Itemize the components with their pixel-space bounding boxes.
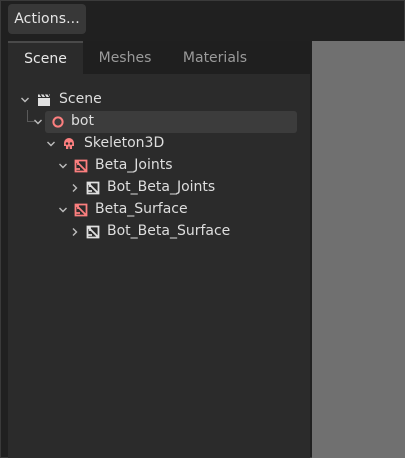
scene-tree: Scene bot Skeleton3D Beta_Joints Bot_Bet… [8,74,310,458]
mesh-instance-icon [74,203,88,217]
tree-item-label: Scene [59,91,102,107]
chevron-down-icon[interactable] [46,139,56,149]
mesh-icon [86,181,100,195]
tab-bar: Scene Meshes Materials [8,41,310,74]
mesh-icon [86,225,100,239]
actions-button[interactable]: Actions... [8,4,86,34]
tree-item-scene[interactable]: Scene [20,89,300,111]
chevron-down-icon[interactable] [58,205,68,215]
circle-outline-icon [52,116,64,128]
tab-meshes[interactable]: Meshes [86,41,164,74]
chevron-down-icon[interactable] [20,95,30,105]
tree-item-bot[interactable]: bot [34,111,297,133]
chevron-down-icon[interactable] [58,161,68,171]
tree-item-label: Skeleton3D [84,135,165,151]
tree-item-bot-beta-surface[interactable]: Bot_Beta_Surface [70,221,300,243]
chevron-down-icon[interactable] [33,117,43,127]
skull-icon [64,138,74,149]
tab-materials[interactable]: Materials [168,41,262,74]
tree-item-label: bot [71,113,94,129]
mesh-instance-icon [74,159,88,173]
tree-item-label: Bot_Beta_Joints [107,179,216,195]
clapperboard-icon [38,94,51,106]
chevron-right-icon[interactable] [70,183,80,193]
tree-item-label: Beta_Surface [95,201,188,217]
tree-item-beta-surface[interactable]: Beta_Surface [58,199,298,221]
tree-item-label: Beta_Joints [95,157,173,173]
chevron-right-icon[interactable] [70,227,80,237]
tree-item-beta-joints[interactable]: Beta_Joints [58,155,298,177]
tree-item-bot-beta-joints[interactable]: Bot_Beta_Joints [70,177,300,199]
tab-scene[interactable]: Scene [8,41,83,74]
preview-viewport[interactable] [312,41,405,458]
tree-item-label: Bot_Beta_Surface [107,223,231,239]
import-dialog: Actions... Scene Meshes Materials Scene … [0,0,405,458]
tree-item-skeleton3d[interactable]: Skeleton3D [46,133,296,155]
scene-panel: Scene Meshes Materials Scene bot Skeleto… [8,41,310,458]
